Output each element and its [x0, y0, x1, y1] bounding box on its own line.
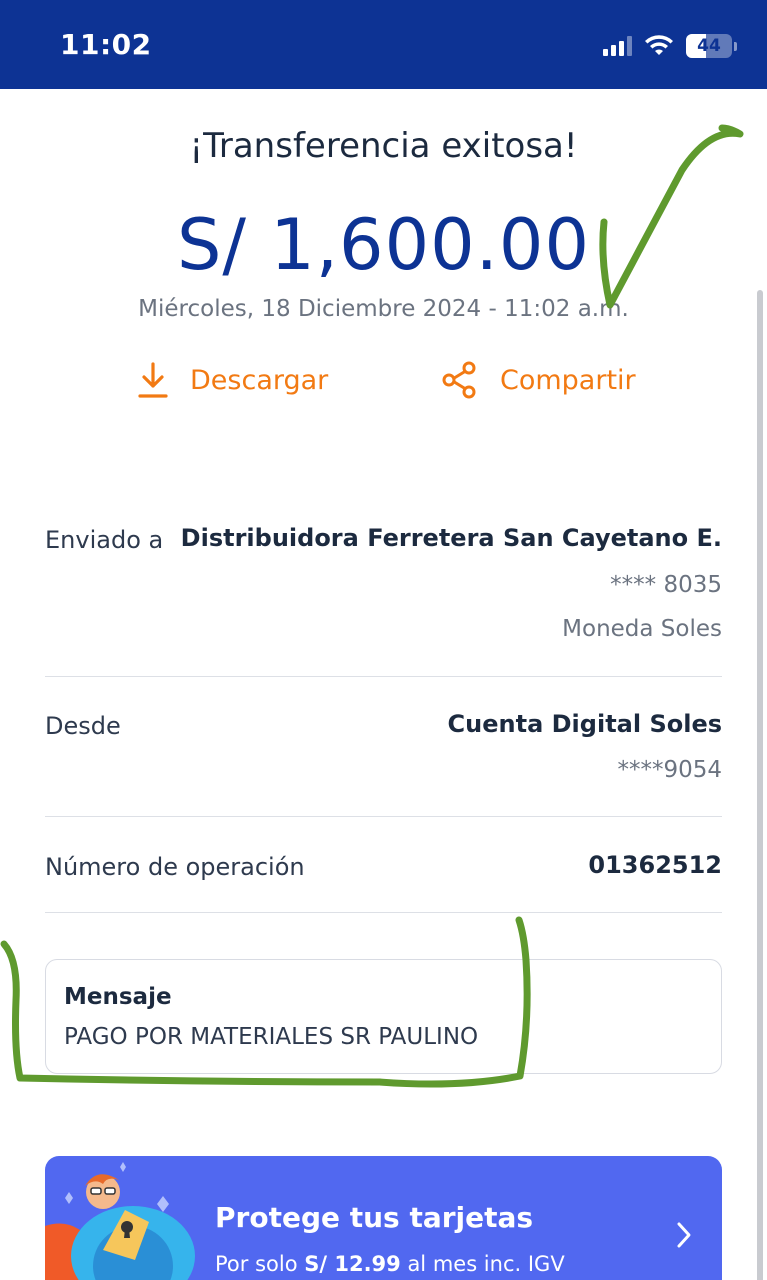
scrollbar[interactable] — [757, 290, 763, 1280]
download-icon — [138, 362, 168, 398]
sent-to-label: Enviado a — [45, 526, 164, 554]
message-card: Mensaje PAGO POR MATERIALES SR PAULINO — [45, 959, 722, 1074]
operation-label: Número de operación — [45, 853, 305, 881]
promo-price: S/ 12.99 — [304, 1252, 401, 1276]
promo-sub-suffix: al mes inc. IGV — [400, 1252, 565, 1276]
from-label: Desde — [45, 712, 121, 740]
status-bar: 11:02 44 — [0, 0, 767, 89]
signal-icon — [603, 36, 632, 56]
page-title: ¡Transferencia exitosa! — [189, 126, 578, 166]
promo-subtitle: Por solo S/ 12.99 al mes inc. IGV — [215, 1252, 565, 1276]
wifi-icon — [644, 35, 674, 57]
share-icon — [442, 361, 476, 399]
from-account-name: Cuenta Digital Soles — [447, 710, 722, 738]
battery-percent: 44 — [697, 36, 721, 56]
mascot-illustration — [45, 1162, 195, 1280]
status-time: 11:02 — [60, 28, 152, 61]
chevron-right-icon — [677, 1222, 691, 1248]
recipient-account: **** 8035 — [610, 572, 722, 598]
battery-icon: 44 — [686, 34, 732, 58]
divider — [45, 816, 722, 817]
recipient-currency: Moneda Soles — [562, 616, 722, 642]
recipient-name: Distribuidora Ferretera San Cayetano E. — [180, 524, 722, 552]
message-text: PAGO POR MATERIALES SR PAULINO — [64, 1024, 479, 1050]
message-title: Mensaje — [64, 984, 172, 1010]
promo-title: Protege tus tarjetas — [215, 1201, 534, 1234]
transfer-amount: S/ 1,600.00 — [177, 204, 590, 286]
status-icons: 44 — [603, 33, 737, 59]
share-label: Compartir — [500, 364, 636, 396]
share-button[interactable]: Compartir — [440, 360, 636, 400]
promo-banner[interactable]: Protege tus tarjetas Por solo S/ 12.99 a… — [45, 1156, 722, 1280]
promo-sub-prefix: Por solo — [215, 1252, 305, 1276]
operation-number: 01362512 — [588, 851, 722, 879]
download-button[interactable]: Descargar — [136, 360, 328, 400]
transfer-date: Miércoles, 18 Diciembre 2024 - 11:02 a.m… — [138, 296, 629, 322]
from-account-number: ****9054 — [617, 757, 722, 783]
divider — [45, 912, 722, 913]
divider — [45, 676, 722, 677]
battery-tip — [734, 41, 737, 51]
download-label: Descargar — [190, 364, 329, 396]
